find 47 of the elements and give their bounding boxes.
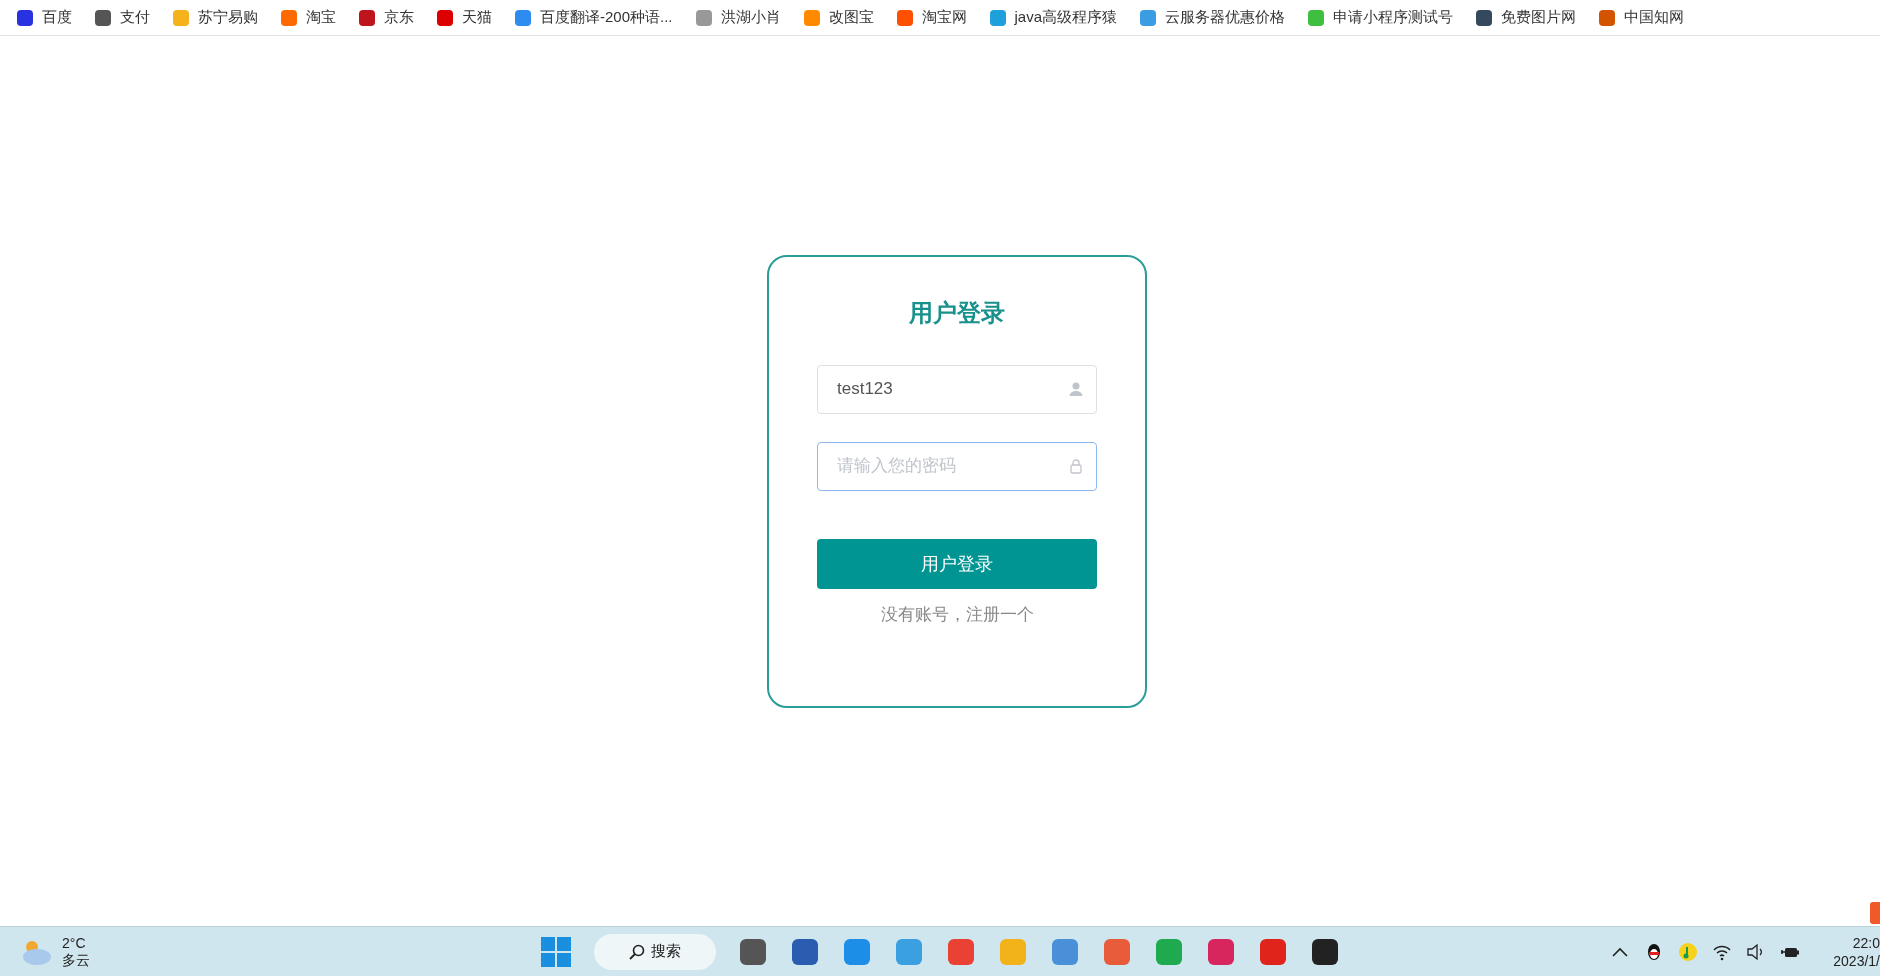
app-icon[interactable] xyxy=(1310,936,1340,967)
site-icon xyxy=(895,8,914,27)
bookmark[interactable]: 淘宝 xyxy=(280,8,336,27)
user-icon xyxy=(1068,380,1084,397)
clock-time: 22:0 xyxy=(1852,933,1880,952)
bookmark[interactable]: 改图宝 xyxy=(802,8,874,27)
site-icon xyxy=(514,8,532,27)
site-icon xyxy=(16,8,34,27)
password-field[interactable]: 请输入您的密码 xyxy=(817,441,1097,491)
bookmark[interactable]: 百度 xyxy=(16,8,72,27)
bookmark[interactable]: 京东 xyxy=(358,8,414,27)
site-icon xyxy=(988,8,1007,27)
bookmark[interactable]: 洪湖小肖 xyxy=(694,8,781,27)
username-field[interactable]: test123 xyxy=(817,364,1097,414)
bookmark[interactable]: 百度翻译-200种语... xyxy=(514,8,673,27)
site-icon xyxy=(1598,8,1617,27)
search-button[interactable]: 搜索 xyxy=(594,933,716,970)
site-icon xyxy=(280,8,298,27)
site-icon xyxy=(694,8,713,27)
clock-date: 2023/1/ xyxy=(1833,951,1880,970)
bookmark[interactable]: 支付 xyxy=(94,8,150,27)
site-icon xyxy=(94,8,112,27)
bookmark[interactable]: java高级程序猿 xyxy=(988,8,1118,27)
site-icon xyxy=(1307,8,1326,27)
bookmark[interactable]: 免费图片网 xyxy=(1475,8,1577,27)
bookmark[interactable]: 苏宁易购 xyxy=(172,8,258,27)
bookmark[interactable]: 淘宝网 xyxy=(895,8,967,27)
bookmark[interactable]: 中国知网 xyxy=(1598,8,1685,27)
bookmark[interactable]: 云服务器优惠价格 xyxy=(1139,8,1286,27)
app-icon[interactable] xyxy=(738,936,768,967)
lock-icon xyxy=(1068,457,1084,474)
site-icon xyxy=(358,8,376,27)
search-icon xyxy=(629,943,645,960)
site-icon xyxy=(1475,8,1494,27)
bookmark[interactable]: 天猫 xyxy=(436,8,492,27)
temperature: 2°C xyxy=(62,934,87,952)
login-button[interactable]: 用户登录 xyxy=(817,538,1097,589)
weather-condition: 多云 xyxy=(62,951,90,969)
register-link[interactable]: 没有账号，注册一个 xyxy=(880,602,1034,626)
site-icon xyxy=(436,8,454,27)
site-icon xyxy=(172,8,190,27)
start-icon[interactable] xyxy=(540,935,572,968)
login-title: 用户登录 xyxy=(909,297,1005,328)
music-note-icon[interactable] xyxy=(1678,941,1698,962)
site-icon xyxy=(1139,8,1158,27)
site-icon xyxy=(802,8,821,27)
bookmark[interactable]: 申请小程序测试号 xyxy=(1307,8,1454,27)
